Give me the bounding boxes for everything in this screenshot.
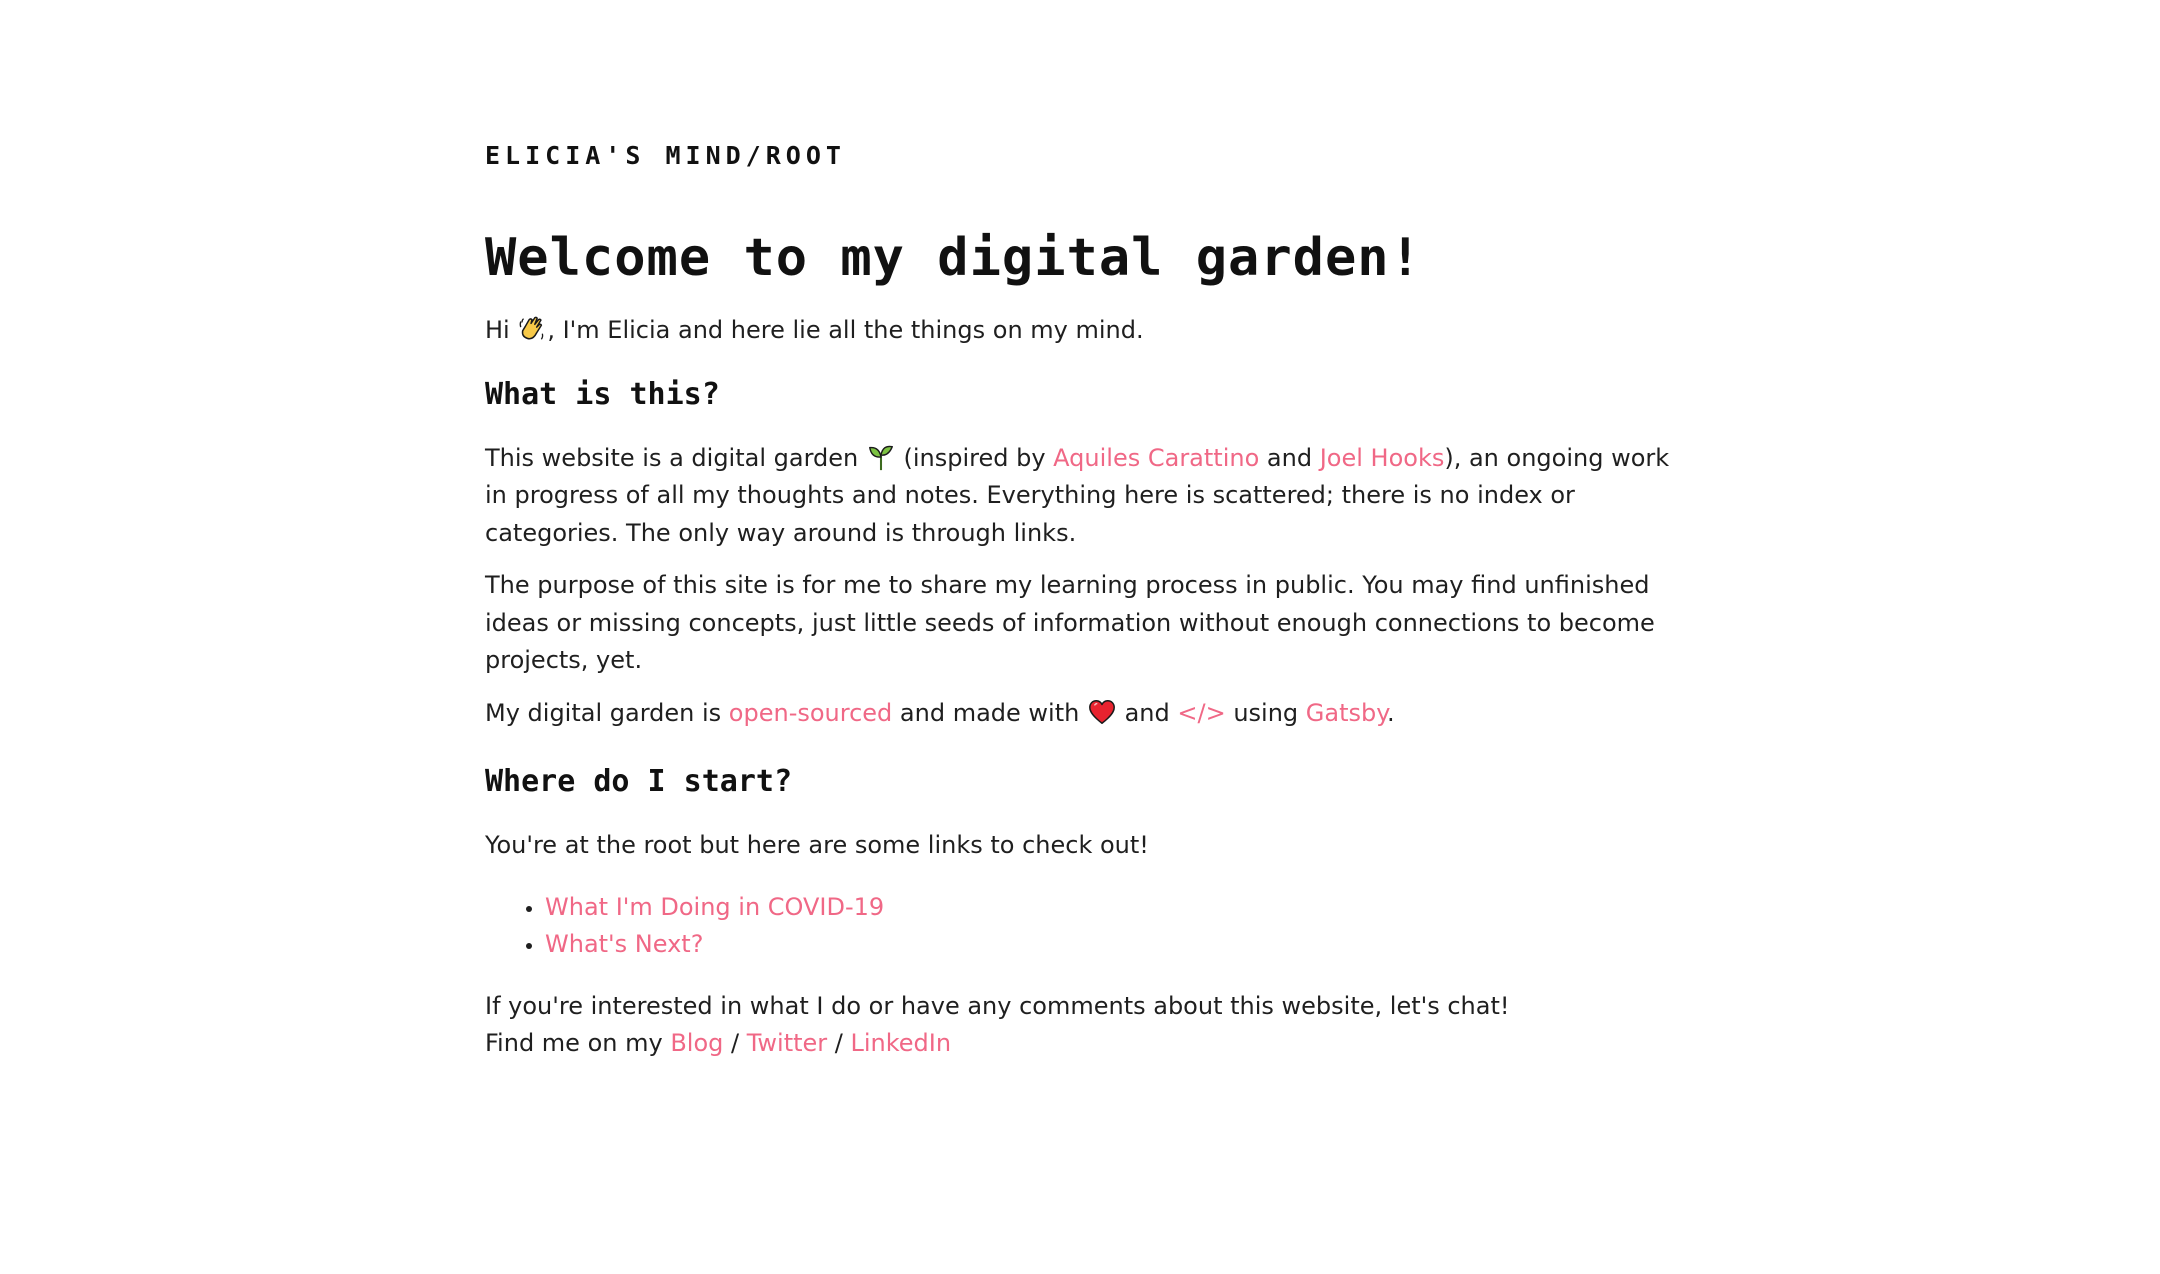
source-paragraph: My digital garden is open-sourced and ma…: [485, 695, 1685, 733]
linkedin-link[interactable]: LinkedIn: [851, 1029, 952, 1057]
root-paragraph: You're at the root but here are some lin…: [485, 831, 1149, 859]
separator: /: [723, 1029, 747, 1057]
seedling-icon: [866, 442, 896, 472]
code-symbol: </>: [1177, 698, 1226, 727]
find-me-text: Find me on my: [485, 1029, 671, 1057]
page-title: Welcome to my digital garden!: [485, 228, 1422, 288]
open-sourced-link[interactable]: open-sourced: [729, 699, 893, 727]
garden-text-1: This website is a digital garden: [485, 443, 866, 472]
whats-next-link[interactable]: What's Next?: [545, 930, 703, 958]
red-heart-icon: [1087, 697, 1117, 727]
source-text-2: and made with: [892, 698, 1087, 727]
garden-paragraph: This website is a digital garden (inspir…: [485, 440, 1685, 553]
intro-paragraph: Hi , I'm Elicia and here lie all the thi…: [485, 312, 1685, 350]
list-item: What I'm Doing in COVID-19: [545, 889, 1685, 927]
garden-text-2: (inspired by: [895, 443, 1054, 472]
purpose-paragraph: The purpose of this site is for me to sh…: [485, 571, 1655, 674]
list-item: What's Next?: [545, 926, 1685, 964]
blog-link[interactable]: Blog: [670, 1029, 723, 1057]
contact-paragraph: If you're interested in what I do or hav…: [485, 988, 1685, 1063]
twitter-link[interactable]: Twitter: [747, 1029, 827, 1057]
source-text-3: and: [1116, 698, 1178, 727]
separator: /: [827, 1029, 851, 1057]
what-is-this-heading: What is this?: [485, 376, 720, 412]
joel-hooks-link[interactable]: Joel Hooks: [1320, 444, 1445, 472]
gatsby-link[interactable]: Gatsby: [1306, 699, 1387, 727]
garden-text-3: and: [1259, 443, 1320, 472]
start-links-list: What I'm Doing in COVID-19 What's Next?: [485, 889, 1685, 964]
source-text-5: .: [1387, 698, 1395, 727]
page-content: ELICIA'S MIND/ROOT Welcome to my digital…: [485, 138, 1685, 1063]
source-text-1: My digital garden is: [485, 698, 729, 727]
aquiles-carattino-link[interactable]: Aquiles Carattino: [1053, 444, 1259, 472]
source-text-4: using: [1225, 698, 1306, 727]
waving-hand-icon: [517, 314, 547, 344]
site-title[interactable]: ELICIA'S MIND/ROOT: [485, 138, 1685, 174]
intro-text-after: , I'm Elicia and here lie all the things…: [547, 316, 1144, 344]
covid-19-link[interactable]: What I'm Doing in COVID-19: [545, 893, 884, 921]
where-do-i-start-heading: Where do I start?: [485, 764, 793, 799]
intro-text-before: Hi: [485, 316, 518, 344]
chat-line: If you're interested in what I do or hav…: [485, 991, 1510, 1020]
